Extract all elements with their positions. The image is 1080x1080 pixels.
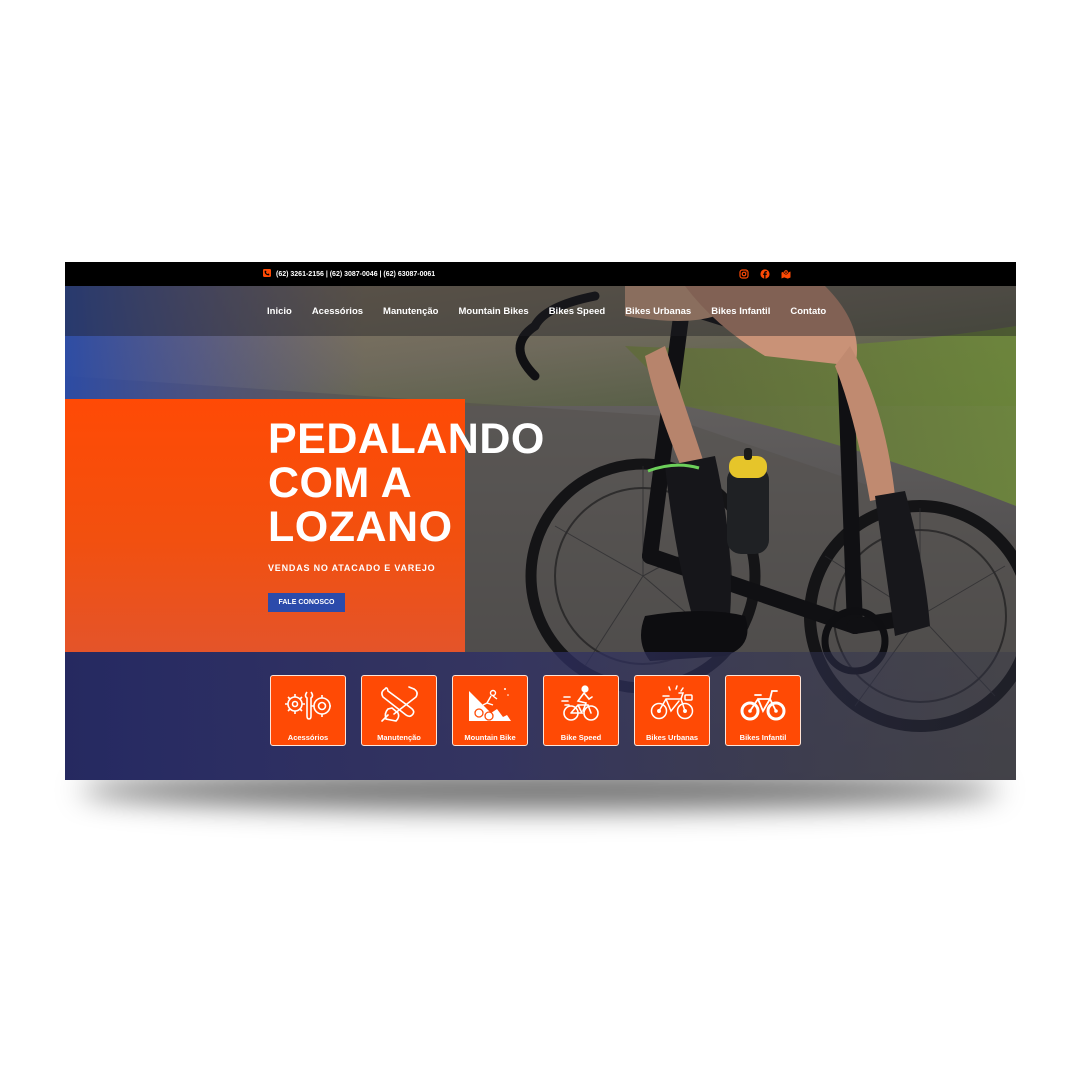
headline-line: COM A xyxy=(268,459,413,507)
phone-numbers: (62) 3261-2156 | (62) 3087-0046 | (62) 6… xyxy=(263,262,435,286)
headline-line: PEDALANDO xyxy=(268,415,545,463)
category-cards: Acessórios Manutenção Mountain Bike Bike… xyxy=(270,675,801,746)
hero-headline: PEDALANDO COM A LOZANO xyxy=(268,417,545,549)
social-links xyxy=(739,262,791,286)
category-label: Bikes Urbanas xyxy=(645,733,699,742)
gears-icon xyxy=(284,691,331,720)
headline-line: LOZANO xyxy=(268,503,453,551)
nav-item-mountain-bikes[interactable]: Mountain Bikes xyxy=(458,306,528,317)
website-screenshot: (62) 3261-2156 | (62) 3087-0046 | (62) 6… xyxy=(65,262,1016,780)
nav-item-manutencao[interactable]: Manutenção xyxy=(383,306,438,317)
nav-item-bikes-infantil[interactable]: Bikes Infantil xyxy=(711,306,770,317)
speed-cyclist-icon xyxy=(560,685,599,721)
category-card-bike-speed[interactable]: Bike Speed xyxy=(543,675,619,746)
mountain-bike-icon xyxy=(468,688,511,721)
category-card-bikes-urbanas[interactable]: Bikes Urbanas xyxy=(634,675,710,746)
instagram-icon[interactable] xyxy=(739,269,749,279)
main-navigation: Inicio Acessórios Manutenção Mountain Bikes… xyxy=(65,286,1016,336)
contact-us-button[interactable]: FALE CONOSCO xyxy=(268,593,345,612)
category-card-acessorios[interactable]: Acessórios xyxy=(270,675,346,746)
category-card-mountain-bike[interactable]: Mountain Bike xyxy=(452,675,528,746)
facebook-icon[interactable] xyxy=(760,269,770,279)
nav-item-bikes-speed[interactable]: Bikes Speed xyxy=(549,306,606,317)
category-card-manutencao[interactable]: Manutenção xyxy=(361,675,437,746)
kids-bike-icon xyxy=(740,690,785,721)
phone-icon xyxy=(263,269,271,279)
top-bar: (62) 3261-2156 | (62) 3087-0046 | (62) 6… xyxy=(65,262,1016,286)
map-icon[interactable] xyxy=(781,269,791,279)
category-label: Acessórios xyxy=(287,733,329,742)
nav-item-acessorios[interactable]: Acessórios xyxy=(312,306,363,317)
category-label: Bikes Infantil xyxy=(739,733,787,742)
category-card-bikes-infantil[interactable]: Bikes Infantil xyxy=(725,675,801,746)
category-label: Manutenção xyxy=(377,733,421,742)
hero-subtitle: VENDAS NO ATACADO E VAREJO xyxy=(268,563,436,573)
nav-item-bikes-urbanas[interactable]: Bikes Urbanas xyxy=(625,306,691,317)
wrench-hand-icon xyxy=(380,686,418,722)
category-label: Bike Speed xyxy=(560,733,602,742)
category-label: Mountain Bike xyxy=(464,733,516,742)
urban-bike-icon xyxy=(650,685,693,720)
nav-item-inicio[interactable]: Inicio xyxy=(267,306,292,317)
phone-numbers-text: (62) 3261-2156 | (62) 3087-0046 | (62) 6… xyxy=(276,270,436,278)
nav-item-contato[interactable]: Contato xyxy=(790,306,826,317)
